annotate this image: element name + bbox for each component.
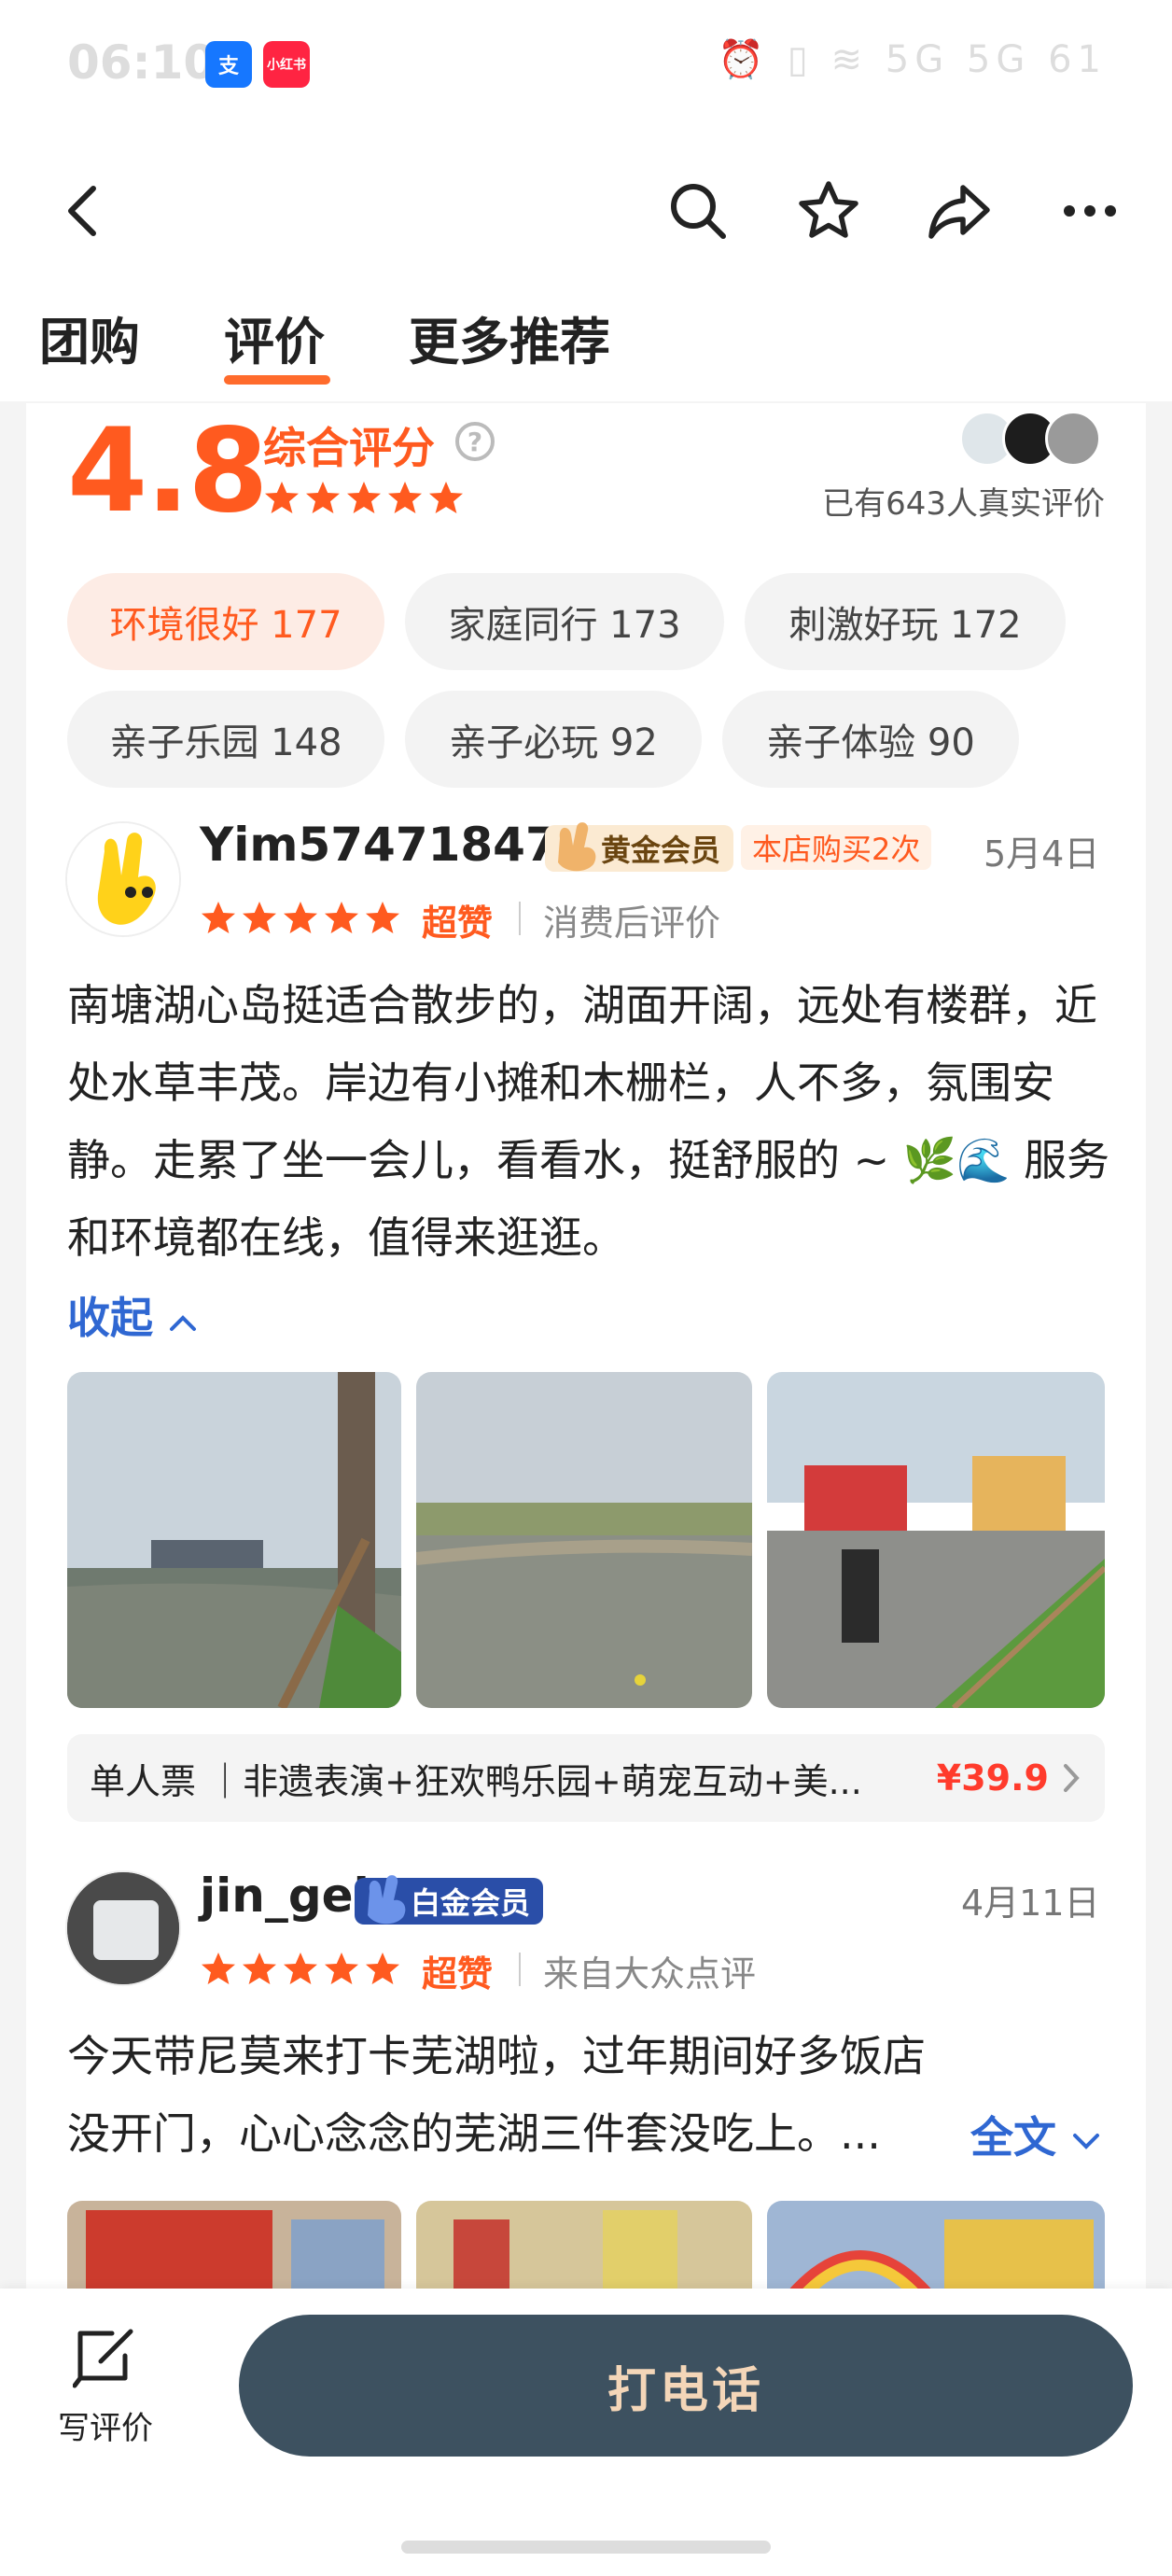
review-photo[interactable] — [416, 1372, 752, 1708]
review-count: 已有643人真实评价 — [822, 485, 1105, 523]
review-text: 今天带尼莫来打卡芜湖啦，过年期间好多饭店没开门，心心念念的芜湖三件套没吃上。..… — [67, 2031, 926, 2159]
star-filled-icon — [429, 482, 463, 513]
chevron-up-icon — [170, 1315, 197, 1331]
reviewer-avatar — [1045, 411, 1101, 467]
star-filled-icon — [325, 1953, 358, 1984]
gold-member-icon — [558, 822, 596, 872]
review-source: 消费后评价 — [543, 903, 721, 944]
photo-wetland-icon — [416, 1372, 752, 1708]
star-filled-icon — [366, 902, 399, 933]
expand-button[interactable]: 全文 — [970, 2104, 1101, 2165]
review-text: 南塘湖心岛挺适合散步的，湖面开阔，远处有楼群，近处水草丰茂。岸边有小摊和木栅栏，… — [67, 980, 1109, 1263]
rating-score: 4.8 — [67, 404, 269, 539]
expand-label: 全文 — [970, 2112, 1056, 2163]
photo-lake-icon — [67, 1372, 401, 1708]
call-button[interactable]: 打电话 — [239, 2315, 1133, 2457]
star-filled-icon — [366, 1953, 399, 1984]
status-icons: ⏰ ▯ ≋ 5G 5G 61 — [718, 38, 1107, 81]
photo-park-icon — [767, 1372, 1105, 1708]
collapse-button[interactable]: 收起 — [67, 1284, 198, 1346]
star-filled-icon — [243, 902, 276, 933]
back-icon[interactable] — [49, 177, 116, 245]
share-icon[interactable] — [926, 177, 993, 245]
star-filled-icon — [347, 482, 381, 513]
rating-word: 超赞 — [422, 1953, 494, 1995]
tab-group-buy[interactable]: 团购 — [39, 301, 140, 374]
review-date: 5月4日 — [984, 833, 1100, 875]
top-nav — [0, 140, 1172, 289]
rating-stars — [263, 480, 465, 517]
tag-chip[interactable]: 亲子乐园 148 — [67, 691, 384, 788]
alipay-icon: 支 — [205, 41, 252, 88]
tab-more-recommend[interactable]: 更多推荐 — [409, 301, 610, 374]
avatar[interactable] — [65, 821, 181, 937]
star-filled-icon — [388, 482, 422, 513]
tab-reviews[interactable]: 评价 — [224, 301, 325, 374]
more-icon[interactable] — [1056, 177, 1123, 245]
ticket-price: ¥39.9 — [936, 1757, 1049, 1799]
ticket-link[interactable]: 单人票 ｜非遗表演+狂欢鸭乐园+萌宠互动+美... ¥39.9 — [67, 1734, 1105, 1822]
divider — [519, 1953, 521, 1986]
tag-chip[interactable]: 家庭同行 173 — [405, 573, 724, 670]
collapse-label: 收起 — [67, 1293, 153, 1343]
member-badge: 黄金会员 — [545, 822, 734, 872]
review-date: 4月11日 — [961, 1883, 1100, 1924]
review-stars — [200, 1951, 401, 1988]
username[interactable]: jin_gel — [200, 1869, 370, 1923]
status-time: 06:10 — [67, 35, 216, 90]
rating-word: 超赞 — [422, 903, 494, 944]
star-filled-icon — [306, 482, 340, 513]
member-badge: 白金会员 — [355, 1875, 544, 1925]
xiaohongshu-icon: 小红书 — [263, 41, 310, 88]
status-bar: 06:10 支 小红书 ⏰ ▯ ≋ 5G 5G 61 — [0, 0, 1172, 140]
star-icon[interactable] — [795, 177, 862, 245]
member-badge-label: 黄金会员 — [601, 833, 721, 868]
active-tab-indicator — [224, 375, 330, 385]
review-stars — [200, 900, 401, 937]
divider — [519, 902, 521, 935]
search-icon[interactable] — [664, 177, 732, 245]
ticket-name: 单人票 ｜非遗表演+狂欢鸭乐园+萌宠互动+美... — [90, 1760, 862, 1802]
chevron-down-icon — [1073, 2134, 1100, 2149]
star-filled-icon — [243, 1953, 276, 1984]
member-badge-label: 白金会员 — [411, 1885, 531, 1921]
home-indicator — [401, 2541, 771, 2554]
avatar-yellow-hand-icon — [67, 823, 179, 935]
chevron-right-icon — [1064, 1764, 1080, 1792]
help-icon[interactable]: ? — [455, 422, 495, 461]
username[interactable]: Yim574718471 — [200, 818, 591, 872]
review-source: 来自大众点评 — [543, 1953, 757, 1995]
tag-chip[interactable]: 亲子体验 90 — [722, 691, 1019, 788]
star-filled-icon — [284, 902, 317, 933]
star-filled-icon — [202, 902, 235, 933]
star-filled-icon — [325, 902, 358, 933]
avatar[interactable] — [65, 1870, 181, 1986]
write-review-icon[interactable] — [72, 2324, 140, 2389]
tag-chip[interactable]: 刺激好玩 172 — [745, 573, 1066, 670]
avatar-device-icon — [67, 1872, 179, 1984]
platinum-member-icon — [368, 1875, 406, 1925]
review-photo[interactable] — [767, 1372, 1105, 1708]
write-review-label[interactable]: 写评价 — [58, 2402, 153, 2448]
review-photo[interactable] — [67, 1372, 401, 1708]
purchase-badge: 本店购买2次 — [741, 825, 932, 870]
star-filled-icon — [284, 1953, 317, 1984]
rating-label: 综合评分 — [263, 423, 435, 473]
star-filled-icon — [265, 482, 299, 513]
star-filled-icon — [202, 1953, 235, 1984]
tag-chip[interactable]: 亲子必玩 92 — [405, 691, 702, 788]
tag-chip[interactable]: 环境很好 177 — [67, 573, 384, 670]
